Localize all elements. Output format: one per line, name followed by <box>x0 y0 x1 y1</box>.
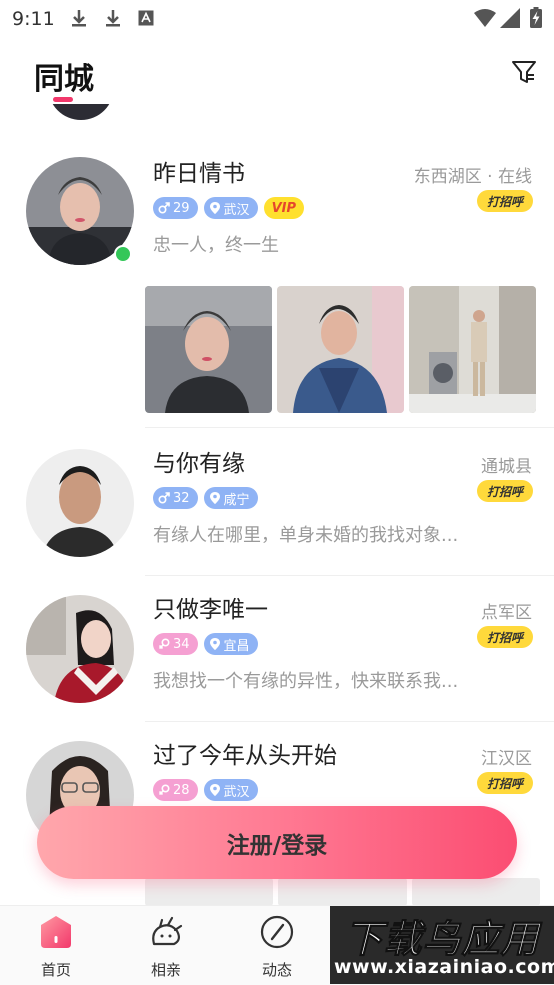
nav-label: 首页 <box>40 961 71 979</box>
register-login-button[interactable]: 注册/登录 <box>37 806 517 879</box>
font-icon <box>138 10 154 26</box>
user-tags: 29 武汉 VIP <box>153 197 304 219</box>
avatar[interactable] <box>26 595 134 703</box>
nav-label: 相亲 <box>150 961 181 979</box>
male-icon <box>158 492 170 504</box>
user-location: 通城县 <box>481 457 532 477</box>
age-tag: 34 <box>153 633 198 655</box>
city-tag: 咸宁 <box>203 487 258 509</box>
page-title: 同城 <box>34 62 94 97</box>
user-tags: 32 咸宁 <box>153 487 258 509</box>
tab-indicator <box>53 97 73 102</box>
home-icon <box>41 916 71 948</box>
female-icon <box>158 638 170 650</box>
user-photo[interactable] <box>277 286 404 413</box>
female-icon <box>158 784 170 796</box>
watermark-title: 下载鸟应用 <box>344 917 540 962</box>
user-card[interactable]: 只做李唯一 34 宜昌 我想找一个有缘的异性，快来联系我... 点军区 打招呼 <box>0 576 554 722</box>
wifi-icon <box>474 9 496 27</box>
user-location: 江汉区 <box>481 749 532 769</box>
watermark-url: www.xiazainiao.com <box>334 956 554 978</box>
online-status-dot <box>114 245 132 263</box>
city-tag: 武汉 <box>203 197 258 219</box>
user-name[interactable]: 过了今年从头开始 <box>153 736 337 770</box>
previous-card-avatar <box>48 104 114 120</box>
male-icon <box>158 202 170 214</box>
age-value: 28 <box>173 782 190 798</box>
user-card[interactable]: 昨日情书 29 武汉 VIP 忠一人，终一生 东西湖区 · 在线 打招呼 <box>0 140 554 428</box>
watermark: 下载鸟应用 www.xiazainiao.com <box>330 906 554 984</box>
user-photo[interactable] <box>409 286 536 413</box>
say-hello-button[interactable]: 打招呼 <box>477 190 533 212</box>
location-pin-icon <box>209 638 220 650</box>
signal-icon <box>500 8 520 28</box>
age-tag: 32 <box>153 487 198 509</box>
user-bio: 有缘人在哪里，单身未婚的我找对象... <box>153 525 459 546</box>
user-bio: 我想找一个有缘的异性，快来联系我... <box>153 671 459 692</box>
user-tags: 34 宜昌 <box>153 633 258 655</box>
age-tag: 28 <box>153 779 198 801</box>
dating-icon <box>152 916 183 946</box>
user-location: 点军区 <box>481 603 532 623</box>
photo-gallery <box>145 286 536 413</box>
nav-item-moments[interactable]: 动态 <box>232 906 322 985</box>
age-tag: 29 <box>153 197 198 219</box>
compass-icon <box>260 915 294 949</box>
city-value: 武汉 <box>223 784 250 800</box>
say-hello-button[interactable]: 打招呼 <box>477 772 533 794</box>
city-value: 宜昌 <box>223 638 250 654</box>
battery-charging-icon <box>530 7 542 28</box>
user-bio: 忠一人，终一生 <box>153 235 279 256</box>
city-tag: 宜昌 <box>203 633 258 655</box>
download-icon <box>106 10 120 27</box>
location-pin-icon <box>209 202 220 214</box>
nav-item-home[interactable]: 首页 <box>11 906 101 985</box>
user-card[interactable]: 与你有缘 32 咸宁 有缘人在哪里，单身未婚的我找对象... 通城县 打招呼 <box>0 430 554 576</box>
say-hello-button[interactable]: 打招呼 <box>477 626 533 648</box>
status-bar: 9:11 <box>0 0 554 36</box>
nav-label: 动态 <box>261 961 292 979</box>
location-pin-icon <box>209 784 220 796</box>
photo-gallery-peek <box>145 878 540 906</box>
card-divider <box>145 427 554 428</box>
download-icon <box>72 10 86 27</box>
city-tag: 武汉 <box>203 779 258 801</box>
city-value: 咸宁 <box>223 492 250 508</box>
location-pin-icon <box>209 492 220 504</box>
user-photo[interactable] <box>145 286 272 413</box>
user-tags: 28 武汉 <box>153 779 258 801</box>
avatar[interactable] <box>26 449 134 557</box>
city-value: 武汉 <box>223 202 250 218</box>
age-value: 32 <box>173 490 190 506</box>
user-name[interactable]: 与你有缘 <box>153 444 245 478</box>
user-name[interactable]: 昨日情书 <box>153 154 245 188</box>
user-location: 东西湖区 · 在线 <box>413 167 532 187</box>
user-name[interactable]: 只做李唯一 <box>153 590 268 624</box>
status-time: 9:11 <box>12 8 55 30</box>
say-hello-button[interactable]: 打招呼 <box>477 480 533 502</box>
nav-item-dating[interactable]: 相亲 <box>121 906 211 985</box>
age-value: 34 <box>173 636 190 652</box>
age-value: 29 <box>173 200 190 216</box>
filter-icon[interactable] <box>508 56 540 88</box>
vip-badge: VIP <box>263 197 304 219</box>
